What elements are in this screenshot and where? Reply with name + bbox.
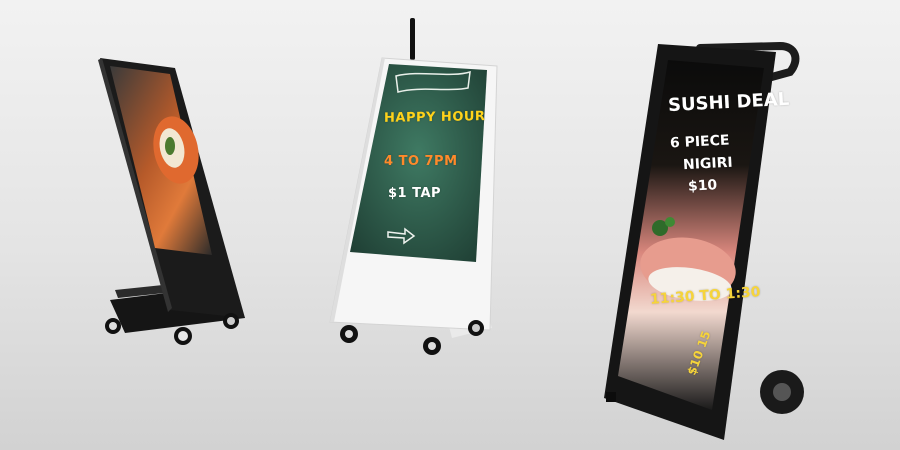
kiosk-illustration — [98, 18, 804, 440]
sushi-deal-line-3: NIGIRI — [682, 154, 734, 174]
happy-hour-title: HAPPY HOUR — [384, 109, 486, 126]
happy-hour-price: $1 TAP — [388, 186, 442, 201]
kiosk-1 — [98, 58, 245, 345]
product-scene: HAPPY HOUR 4 TO 7PM $1 TAP SUSHI DEAL 6 … — [0, 0, 900, 450]
sushi-deal-line-2: 6 PIECE — [669, 132, 730, 152]
antenna-icon — [410, 18, 415, 60]
sushi-deal-price: $10 — [687, 177, 718, 195]
happy-hour-time: 4 TO 7PM — [384, 154, 458, 169]
